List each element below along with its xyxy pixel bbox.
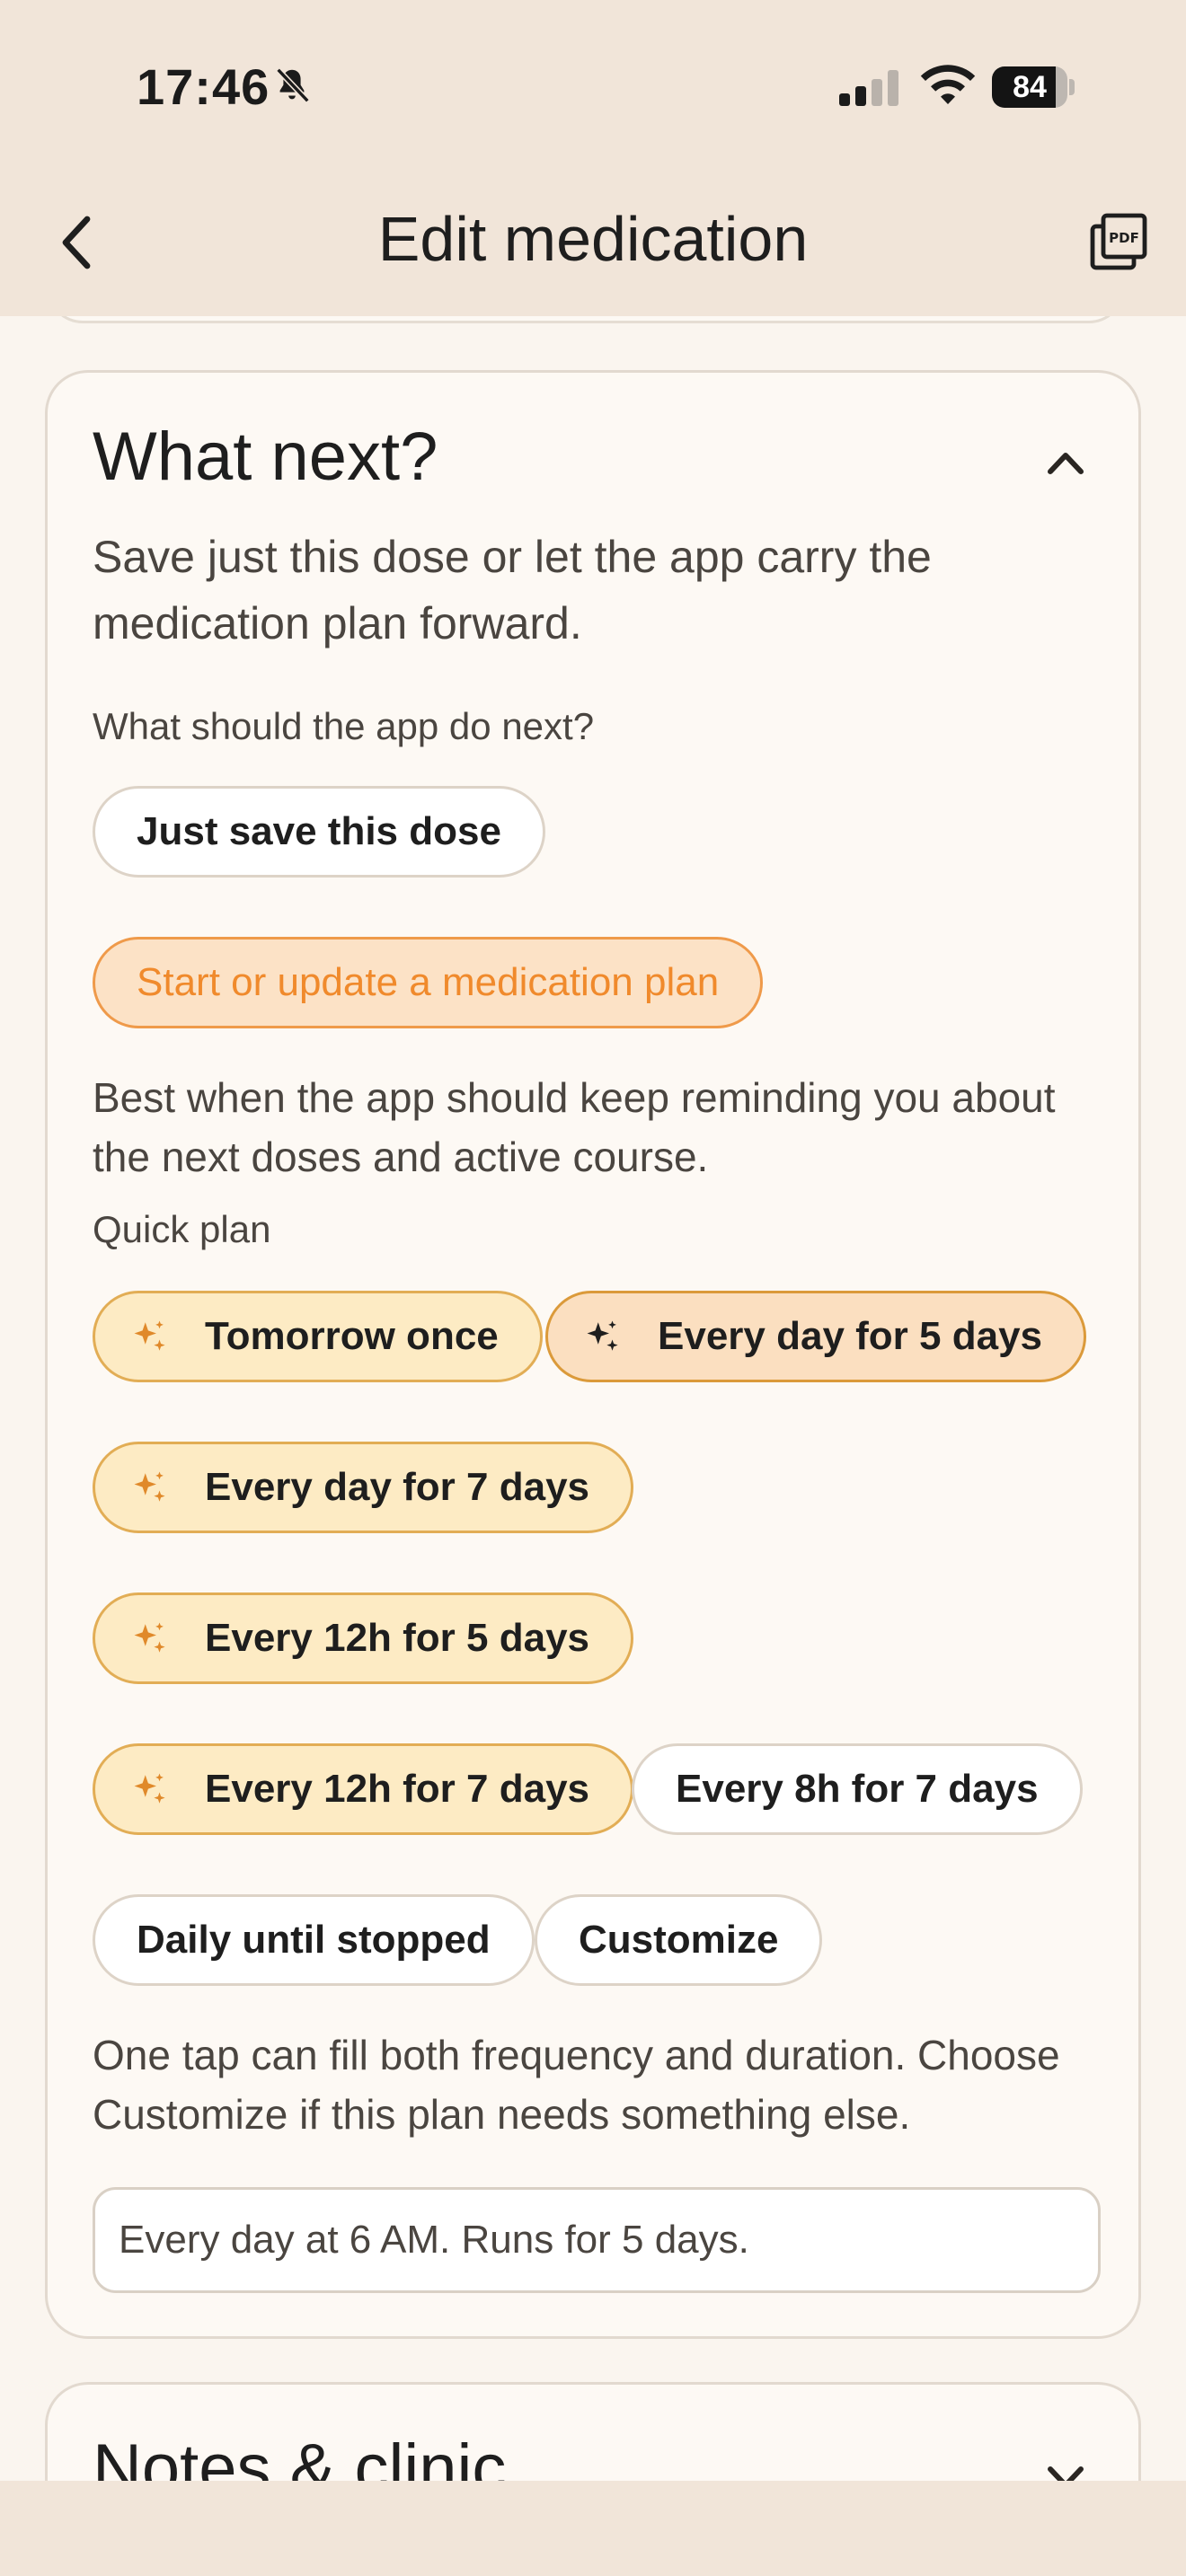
wifi-icon — [920, 65, 976, 104]
sparkle-icon — [134, 1773, 165, 1804]
quick-plan-label: Every 12h for 5 days — [205, 1616, 590, 1660]
section-title: What next? — [93, 419, 438, 495]
option-label: Start or update a medication plan — [137, 960, 720, 1004]
quick-plan-label: Every day for 5 days — [658, 1314, 1043, 1358]
back-button[interactable] — [45, 207, 108, 278]
quick-plan-tomorrow-once[interactable]: Tomorrow once — [93, 1291, 543, 1382]
svg-text:PDF: PDF — [1109, 230, 1139, 246]
sparkle-icon — [134, 1471, 165, 1502]
quick-plan-every-day-7-days[interactable]: Every day for 7 days — [93, 1442, 634, 1533]
plan-summary-field[interactable]: Every day at 6 AM. Runs for 5 days. — [93, 2187, 1101, 2293]
plan-summary-text: Every day at 6 AM. Runs for 5 days. — [119, 2218, 749, 2262]
page-title: Edit medication — [377, 204, 809, 274]
quick-plan-every-8h-7-days[interactable]: Every 8h for 7 days — [632, 1743, 1083, 1835]
cellular-signal-icon — [839, 70, 898, 106]
option-just-save-dose[interactable]: Just save this dose — [93, 786, 545, 878]
quick-plan-every-12h-5-days[interactable]: Every 12h for 5 days — [93, 1592, 634, 1684]
quick-plan-label: Daily until stopped — [137, 1918, 491, 1962]
quick-plan-label: Every 12h for 7 days — [205, 1767, 590, 1811]
battery-indicator: 84 — [992, 66, 1075, 108]
quick-plan-every-day-5-days[interactable]: Every day for 5 days — [545, 1291, 1087, 1382]
status-time: 17:46 — [137, 58, 270, 115]
quick-plan-daily-until-stopped[interactable]: Daily until stopped — [93, 1894, 535, 1986]
quick-plan-label: Every 8h for 7 days — [676, 1767, 1039, 1811]
sparkle-icon — [587, 1320, 618, 1351]
top-bar: 17:46 84 Edit medication PDF — [0, 0, 1186, 316]
quick-plan-label: Customize — [579, 1918, 779, 1962]
sparkle-icon — [134, 1622, 165, 1653]
quick-plan-every-12h-7-days[interactable]: Every 12h for 7 days — [93, 1743, 634, 1835]
quick-plan-label: Quick plan — [93, 1208, 271, 1250]
quick-plan-label: Every day for 7 days — [205, 1465, 590, 1509]
sparkle-icon — [134, 1320, 165, 1351]
bottom-bar — [0, 2481, 1186, 2576]
option-start-medication-plan[interactable]: Start or update a medication plan — [93, 937, 764, 1028]
section-description: Save just this dose or let the app carry… — [93, 532, 932, 648]
chevron-left-icon — [62, 216, 91, 269]
what-next-card: What next? Save just this dose or let th… — [45, 370, 1141, 2339]
option-label: Just save this dose — [137, 809, 501, 853]
question-label: What should the app do next? — [93, 705, 595, 747]
battery-percent: 84 — [1013, 70, 1047, 104]
chevron-up-icon[interactable] — [1043, 445, 1088, 481]
plan-description: Best when the app should keep reminding … — [93, 1074, 1056, 1180]
quick-plan-customize[interactable]: Customize — [535, 1894, 823, 1986]
bell-off-icon — [276, 67, 310, 103]
pdf-icon[interactable]: PDF — [1089, 212, 1148, 271]
quick-plan-label: Tomorrow once — [205, 1314, 499, 1358]
quick-plan-hint: One tap can fill both frequency and dura… — [93, 2032, 1060, 2138]
